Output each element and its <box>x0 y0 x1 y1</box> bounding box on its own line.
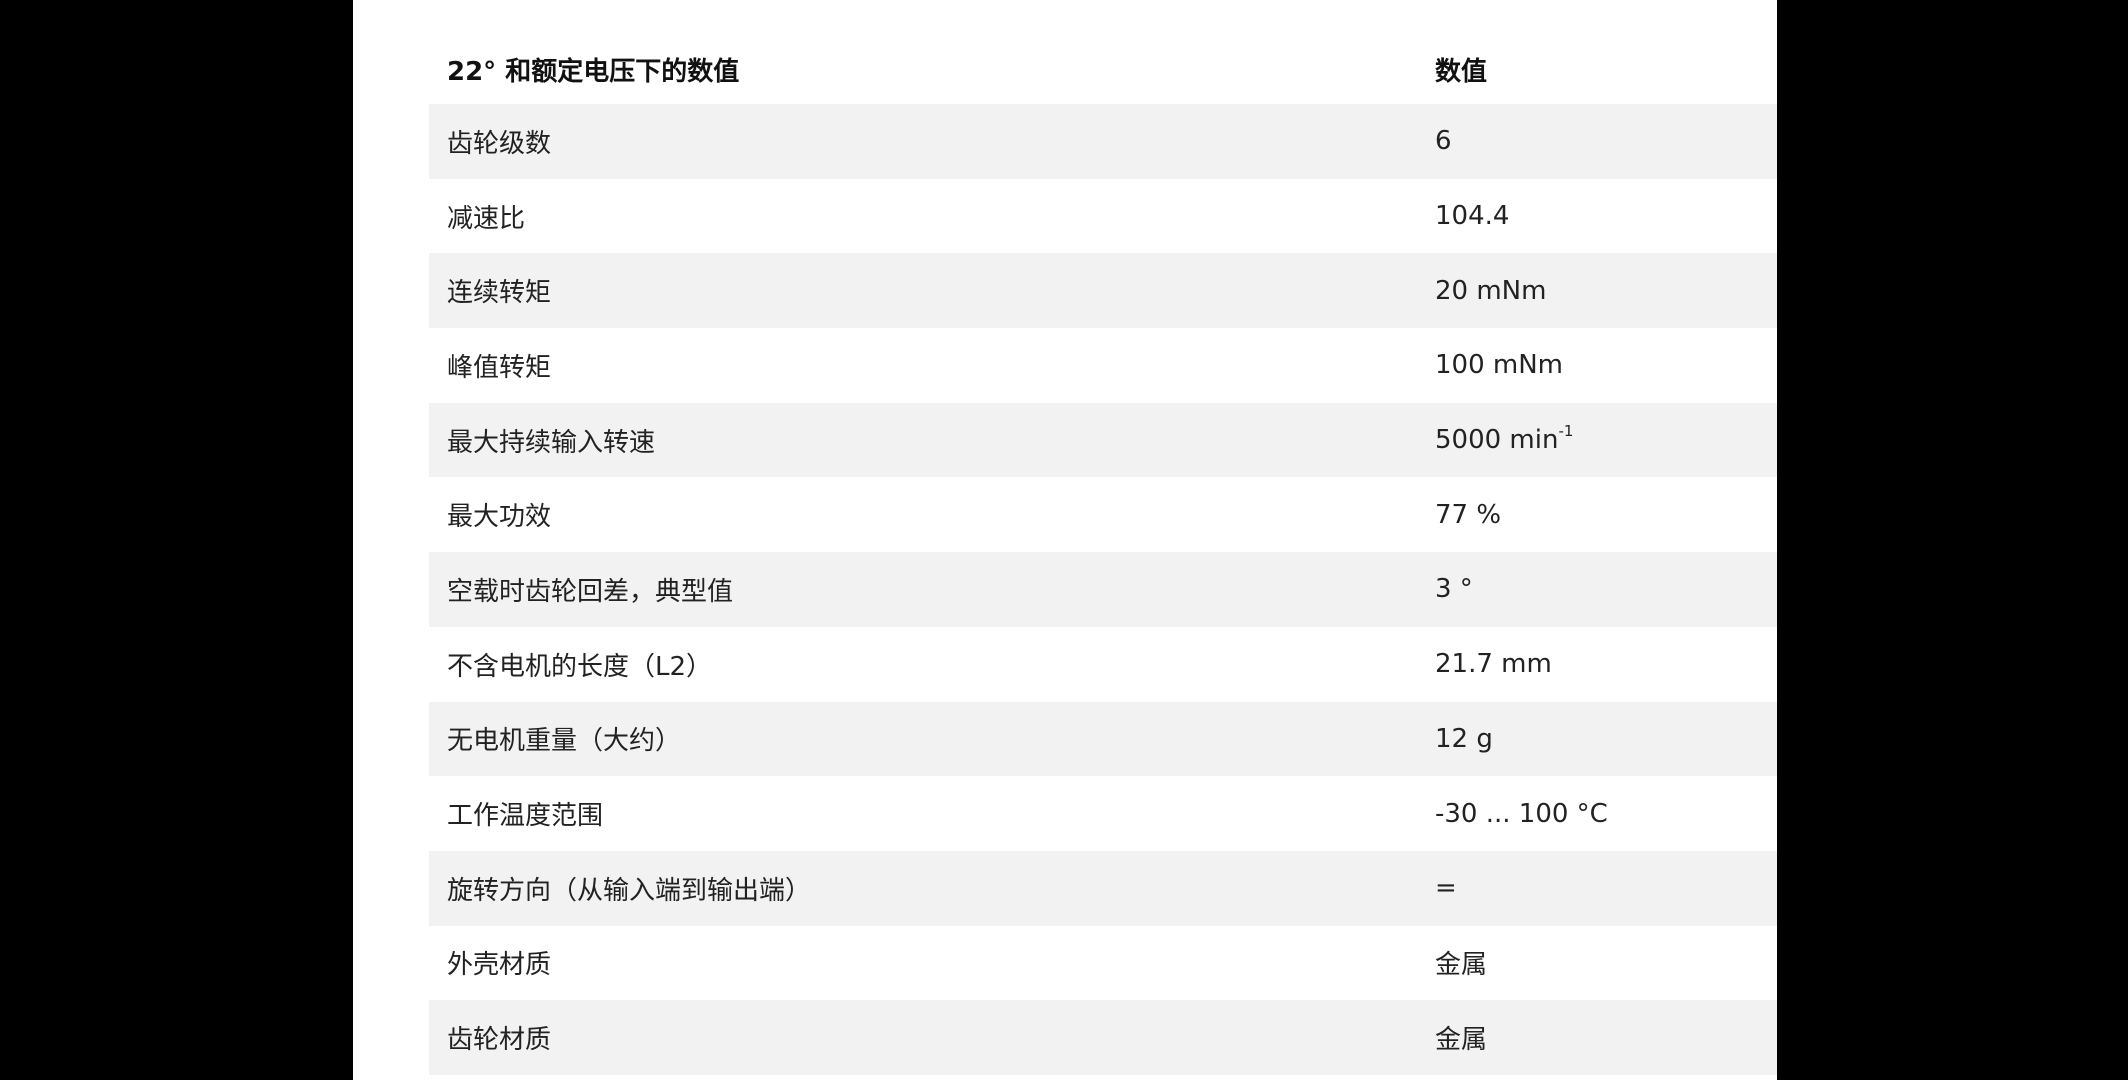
row-value: 77 % <box>1417 477 1777 553</box>
header-value: 数值 <box>1417 34 1777 104</box>
row-label: 齿轮材质 <box>429 1000 1417 1075</box>
row-value: 21.7 mm <box>1417 626 1777 702</box>
row-value: 100 mNm <box>1417 328 1777 403</box>
table-row: 外壳材质 金属 <box>429 925 1777 1001</box>
table-row: 工作温度范围 -30 ... 100 °C <box>429 776 1777 851</box>
table-row: 不含电机的长度（L2） 21.7 mm <box>429 626 1777 702</box>
screen-backdrop: 22° 和额定电压下的数值 数值 齿轮级数 6 减速比 104.4 连续转矩 2… <box>0 0 2128 1080</box>
row-value: 6 <box>1417 104 1777 179</box>
row-label: 峰值转矩 <box>429 328 1417 403</box>
row-label: 减速比 <box>429 178 1417 254</box>
table-row: 齿轮级数 6 <box>429 104 1777 179</box>
row-value: 3 ° <box>1417 552 1777 627</box>
row-value: 金属 <box>1417 1000 1777 1075</box>
row-value: 5000 min-1 <box>1417 402 1777 478</box>
table-row: 空载时齿轮回差，典型值 3 ° <box>429 552 1777 627</box>
row-label: 无电机重量（大约） <box>429 701 1417 777</box>
row-label: 外壳材质 <box>429 925 1417 1001</box>
table-row: 减速比 104.4 <box>429 178 1777 254</box>
row-label: 最大持续输入转速 <box>429 402 1417 478</box>
row-value: -30 ... 100 °C <box>1417 776 1777 851</box>
row-label: 连续转矩 <box>429 253 1417 329</box>
header-parameter: 22° 和额定电压下的数值 <box>429 34 1417 104</box>
value-text: 5000 min <box>1435 425 1559 456</box>
row-value: 12 g <box>1417 701 1777 777</box>
row-value: 金属 <box>1417 925 1777 1001</box>
table-header-row: 22° 和额定电压下的数值 数值 <box>429 34 1777 104</box>
row-label: 工作温度范围 <box>429 776 1417 851</box>
row-label: 空载时齿轮回差，典型值 <box>429 552 1417 627</box>
spec-table: 22° 和额定电压下的数值 数值 齿轮级数 6 减速比 104.4 连续转矩 2… <box>429 34 1777 1075</box>
row-label: 最大功效 <box>429 477 1417 553</box>
value-exponent: -1 <box>1558 422 1574 441</box>
table-row: 齿轮材质 金属 <box>429 1000 1777 1075</box>
row-value: 104.4 <box>1417 178 1777 254</box>
row-label: 不含电机的长度（L2） <box>429 626 1417 702</box>
table-row: 旋转方向（从输入端到输出端） = <box>429 850 1777 926</box>
content-panel: 22° 和额定电压下的数值 数值 齿轮级数 6 减速比 104.4 连续转矩 2… <box>353 0 1777 1080</box>
table-row: 最大功效 77 % <box>429 477 1777 553</box>
table-row: 最大持续输入转速 5000 min-1 <box>429 402 1777 478</box>
table-row: 无电机重量（大约） 12 g <box>429 701 1777 777</box>
table-row: 峰值转矩 100 mNm <box>429 328 1777 403</box>
row-label: 齿轮级数 <box>429 104 1417 179</box>
table-row: 连续转矩 20 mNm <box>429 253 1777 329</box>
row-value: = <box>1417 850 1777 926</box>
row-label: 旋转方向（从输入端到输出端） <box>429 850 1417 926</box>
row-value: 20 mNm <box>1417 253 1777 329</box>
